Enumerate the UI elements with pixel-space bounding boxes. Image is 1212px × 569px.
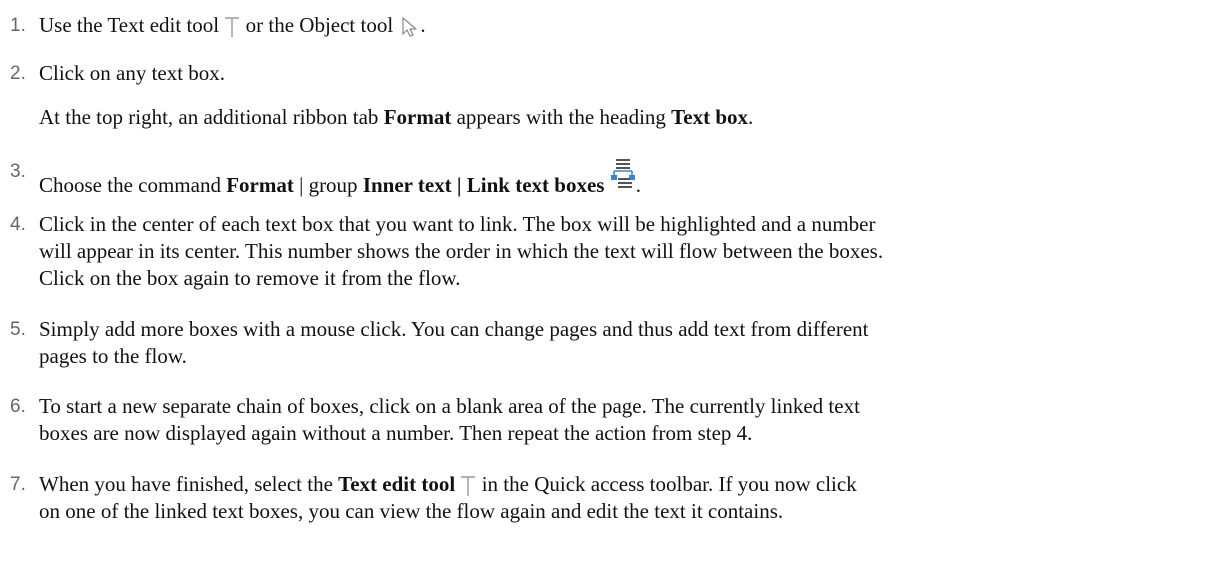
command-link-text-boxes: Inner text | Link text boxes [362, 173, 605, 197]
command-format: Format [226, 173, 294, 197]
step-number: 6. [10, 396, 26, 417]
text-edit-tool-label: Text edit tool [338, 472, 456, 496]
step-text: or the Object tool [245, 13, 394, 37]
step-number: 2. [10, 63, 26, 84]
step-text: Simply add more boxes with a mouse click… [39, 317, 869, 341]
link-text-boxes-icon [610, 158, 636, 190]
heading-text-box: Text box [671, 105, 748, 129]
step-note: At the top right, an additional ribbon t… [39, 105, 754, 129]
step-text: Use the Text edit tool [39, 13, 220, 37]
step-text: To start a new separate chain of boxes, … [39, 394, 860, 418]
help-document: 1. Use the Text edit tool or the Object … [0, 0, 1212, 569]
text-edit-tool-icon [460, 475, 476, 497]
step-text: Click on any text box. [39, 61, 226, 85]
step-text: Click on the box again to remove it from… [39, 266, 461, 290]
step-number: 4. [10, 214, 26, 235]
step-text: will appear in its center. This number s… [39, 239, 884, 263]
step-text: on one of the linked text boxes, you can… [39, 499, 784, 523]
step-number: 1. [10, 15, 26, 36]
text-edit-tool-icon [224, 16, 240, 38]
step-text: boxes are now displayed again without a … [39, 421, 753, 445]
step-number: 7. [10, 474, 26, 495]
object-tool-arrow-icon [398, 16, 420, 38]
step-text: pages to the flow. [39, 344, 187, 368]
ribbon-tab-format: Format [383, 105, 452, 129]
step-number: 3. [10, 161, 26, 182]
step-text: Click in the center of each text box tha… [39, 212, 876, 236]
step-number: 5. [10, 319, 26, 340]
